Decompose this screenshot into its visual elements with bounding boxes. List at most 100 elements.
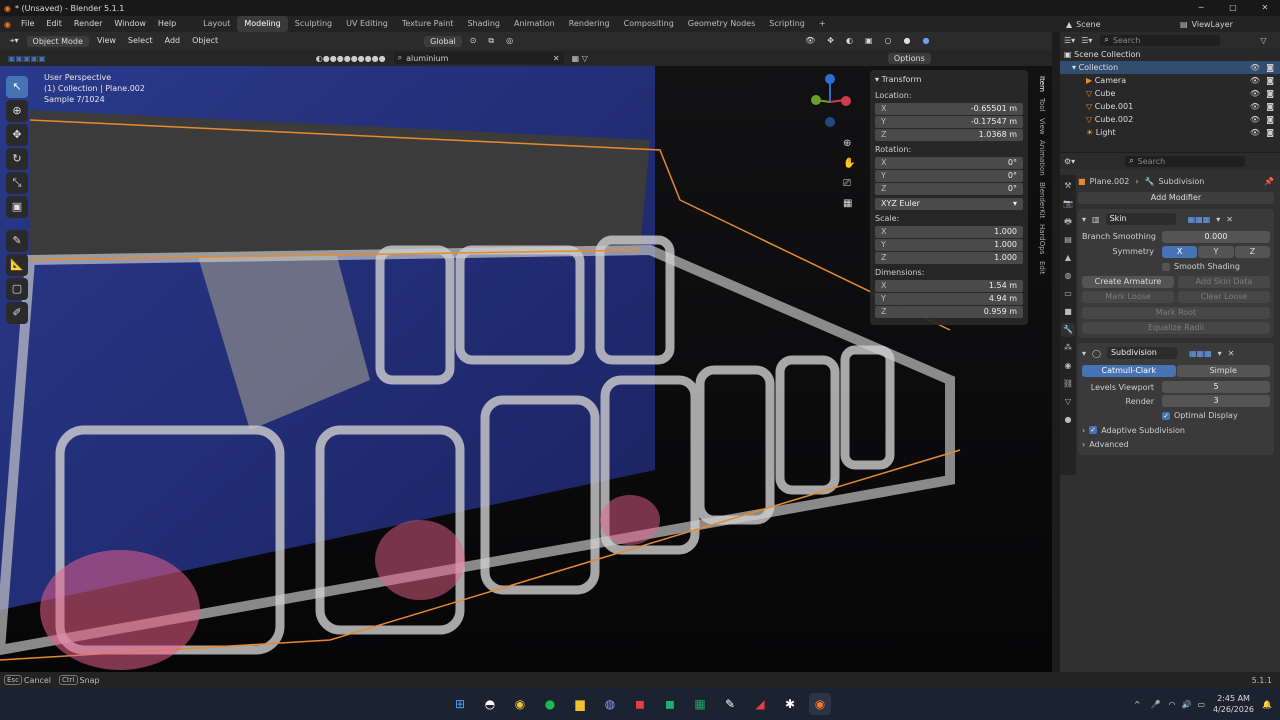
measure-tool-icon[interactable]: 📐: [6, 254, 28, 276]
menu-add[interactable]: Add: [159, 32, 187, 50]
select-tool-icon[interactable]: ↖: [6, 76, 28, 98]
modifier-menu-icon[interactable]: ▾: [1218, 349, 1222, 358]
scale-y-field[interactable]: Y 1.000: [875, 239, 1023, 251]
outliner-item-cube[interactable]: ▽ Cube 👁 ◙: [1060, 87, 1280, 100]
dimensions-x-field[interactable]: X 1.54 m: [875, 280, 1023, 292]
tab-scripting[interactable]: Scripting: [762, 16, 812, 32]
tab-tool[interactable]: Tool: [1037, 98, 1047, 112]
equalize-radii-button[interactable]: Equalize Radii: [1082, 322, 1270, 334]
minimize-button[interactable]: ─: [1186, 0, 1216, 16]
shading-wireframe-icon[interactable]: ○: [879, 32, 898, 50]
render-display-icons[interactable]: ◐●●●●●●●●●: [316, 54, 386, 63]
eye-icon[interactable]: 👁: [1250, 87, 1260, 100]
smooth-shading-row[interactable]: Smooth Shading: [1082, 259, 1270, 274]
options-dropdown[interactable]: Options: [887, 52, 931, 64]
clock[interactable]: 2:45 AM 4/26/2026: [1213, 693, 1254, 715]
mark-root-button[interactable]: Mark Root: [1082, 307, 1270, 319]
render-camera-icon[interactable]: ◙: [1266, 126, 1274, 139]
modifier-tab-icon[interactable]: 🔧: [1061, 323, 1075, 337]
clear-loose-button[interactable]: Clear Loose: [1178, 290, 1270, 303]
menu-render[interactable]: Render: [68, 16, 108, 32]
catmull-clark-toggle[interactable]: Catmull-Clark: [1082, 364, 1176, 377]
move-tool-icon[interactable]: ✥: [6, 124, 28, 146]
game-icon[interactable]: ◼: [659, 693, 681, 715]
tab-compositing[interactable]: Compositing: [617, 16, 681, 32]
render-camera-icon[interactable]: ◙: [1266, 100, 1274, 113]
outliner-item-camera[interactable]: ▶ Camera 👁 ◙: [1060, 74, 1280, 87]
location-x-field[interactable]: X -0.65501 m: [875, 103, 1023, 115]
rotate-tool-icon[interactable]: ↻: [6, 148, 28, 170]
steam-icon[interactable]: ◓: [479, 693, 501, 715]
mode-dropdown[interactable]: Object Mode: [26, 35, 89, 47]
wifi-icon[interactable]: ◠: [1168, 700, 1175, 709]
rotation-x-field[interactable]: X 0°: [875, 157, 1023, 169]
render-camera-icon[interactable]: ◙: [1266, 74, 1274, 87]
menu-object[interactable]: Object: [186, 32, 224, 50]
render-levels-field[interactable]: 3: [1162, 395, 1270, 407]
transform-panel-title[interactable]: ▾ Transform: [875, 73, 1023, 87]
eye-icon[interactable]: 👁: [1250, 113, 1260, 126]
data-tab-icon[interactable]: ▽: [1061, 395, 1075, 409]
modifier-menu-icon[interactable]: ▾: [1216, 215, 1220, 224]
mark-loose-button[interactable]: Mark Loose: [1082, 290, 1174, 303]
navigation-gizmo[interactable]: [800, 70, 860, 130]
add-modifier-button[interactable]: Add Modifier: [1078, 192, 1274, 204]
proportional-edit-icon[interactable]: ◎: [500, 32, 519, 50]
battery-icon[interactable]: ▭: [1197, 700, 1205, 709]
eye-icon[interactable]: 👁: [1250, 126, 1260, 139]
xray-icon[interactable]: ▣: [859, 32, 879, 50]
camera-view-icon[interactable]: ⎚: [843, 174, 857, 194]
chevron-right-icon[interactable]: ›: [1082, 440, 1085, 449]
pin-icon[interactable]: 📌: [1264, 177, 1274, 186]
volume-icon[interactable]: 🔊: [1181, 700, 1191, 709]
levels-viewport-field[interactable]: 5: [1162, 381, 1270, 393]
particles-tab-icon[interactable]: ⁂: [1061, 341, 1075, 355]
snap-icon[interactable]: ⧉: [482, 32, 500, 50]
scale-x-field[interactable]: X 1.000: [875, 226, 1023, 238]
object-tab-icon[interactable]: ■: [1061, 305, 1075, 319]
microphone-icon[interactable]: 🎤: [1151, 700, 1161, 709]
create-armature-button[interactable]: Create Armature: [1082, 275, 1174, 288]
clear-search-icon[interactable]: ✕: [553, 54, 560, 63]
tab-uv-editing[interactable]: UV Editing: [339, 16, 395, 32]
skin-modifier-name[interactable]: Skin: [1105, 213, 1176, 225]
adaptive-subdivision-row[interactable]: › ✓ Adaptive Subdivision: [1082, 423, 1270, 437]
shading-solid-icon[interactable]: ●: [898, 32, 917, 50]
tab-shading[interactable]: Shading: [460, 16, 507, 32]
tab-texture-paint[interactable]: Texture Paint: [395, 16, 461, 32]
close-button[interactable]: ✕: [1250, 0, 1280, 16]
editmode-toggle-icon[interactable]: ▦▦▦: [1189, 349, 1212, 358]
settings-app-icon[interactable]: ✱: [779, 693, 801, 715]
spotify-icon[interactable]: ●: [539, 693, 561, 715]
adaptive-subdivision-checkbox[interactable]: ✓: [1089, 426, 1098, 434]
orientation-dropdown[interactable]: Global: [424, 35, 462, 47]
location-z-field[interactable]: Z 1.0368 m: [875, 129, 1023, 141]
edit-app-icon[interactable]: ✎: [719, 693, 741, 715]
tab-hardops[interactable]: HardOps: [1037, 224, 1047, 254]
maximize-button[interactable]: □: [1218, 0, 1248, 16]
add-workspace-button[interactable]: +: [812, 16, 833, 32]
scene-tab-icon[interactable]: ▲: [1061, 251, 1075, 265]
transform-tool-icon[interactable]: ▣: [6, 196, 28, 218]
properties-search[interactable]: ⌕ Search: [1125, 155, 1246, 167]
file-explorer-icon[interactable]: ▆: [569, 693, 591, 715]
overlay-icon[interactable]: ◐: [840, 32, 859, 50]
menu-help[interactable]: Help: [152, 16, 182, 32]
tab-geometry-nodes[interactable]: Geometry Nodes: [681, 16, 762, 32]
eye-icon[interactable]: 👁: [1250, 74, 1260, 87]
smooth-shading-checkbox[interactable]: [1162, 262, 1170, 271]
optimal-display-checkbox[interactable]: ✓: [1162, 411, 1170, 420]
chevron-down-icon[interactable]: ▾: [1082, 349, 1086, 358]
tab-animation[interactable]: Animation: [1037, 140, 1047, 176]
filter-icon[interactable]: ▦ ▽: [572, 54, 588, 63]
tab-animation[interactable]: Animation: [507, 16, 562, 32]
symmetry-x-toggle[interactable]: X: [1162, 245, 1198, 258]
grid-icon[interactable]: ▦: [843, 194, 857, 214]
outliner-item-light[interactable]: ☀ Light 👁 ◙: [1060, 126, 1280, 139]
world-tab-icon[interactable]: ◍: [1061, 269, 1075, 283]
view-layer-selector[interactable]: ▤ ViewLayer: [1180, 16, 1233, 32]
visibility-icon[interactable]: 👁: [799, 32, 821, 50]
tab-item[interactable]: Item: [1037, 76, 1047, 92]
gizmo-icon[interactable]: ✥: [821, 32, 840, 50]
render-tab-icon[interactable]: 📷: [1061, 197, 1075, 211]
